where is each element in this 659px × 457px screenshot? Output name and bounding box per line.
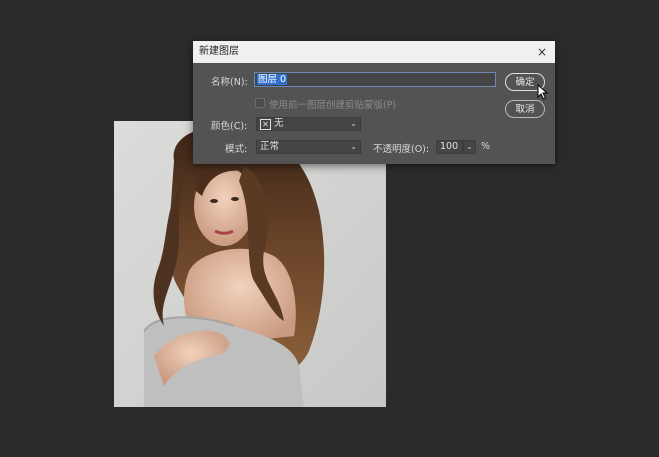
- opacity-dropdown-button[interactable]: ⌄: [463, 140, 476, 154]
- opacity-unit: %: [481, 141, 491, 152]
- dialog-title: 新建图层: [199, 46, 239, 57]
- color-dropdown[interactable]: ✕ 无 ⌄: [256, 117, 361, 131]
- chevron-down-icon: ⌄: [350, 142, 357, 151]
- clipping-mask-label: 使用前一图层创建剪贴蒙版(P): [269, 100, 397, 111]
- dialog-titlebar[interactable]: 新建图层 ×: [193, 41, 555, 63]
- mode-value: 正常: [260, 141, 280, 152]
- mode-label: 模式:: [225, 144, 248, 155]
- cancel-button[interactable]: 取消: [505, 100, 545, 118]
- no-color-swatch-icon: ✕: [260, 119, 271, 130]
- arrow-cursor-icon: [537, 84, 549, 100]
- color-label: 颜色(C):: [211, 121, 248, 132]
- clipping-mask-checkbox[interactable]: [255, 98, 265, 108]
- opacity-label: 不透明度(O):: [373, 144, 430, 155]
- opacity-value: 100: [440, 141, 459, 152]
- opacity-input[interactable]: 100: [436, 140, 463, 154]
- chevron-down-icon: ⌄: [350, 119, 357, 128]
- color-value: 无: [274, 118, 284, 129]
- name-label: 名称(N):: [211, 77, 248, 88]
- blend-mode-dropdown[interactable]: 正常 ⌄: [256, 140, 361, 154]
- layer-name-input[interactable]: 图层 0: [254, 72, 496, 87]
- layer-name-value: 图层 0: [257, 74, 288, 85]
- new-layer-dialog: 新建图层 × 名称(N): 图层 0 使用前一图层创建剪贴蒙版(P) 颜色(C)…: [193, 41, 555, 164]
- close-icon[interactable]: ×: [537, 41, 547, 63]
